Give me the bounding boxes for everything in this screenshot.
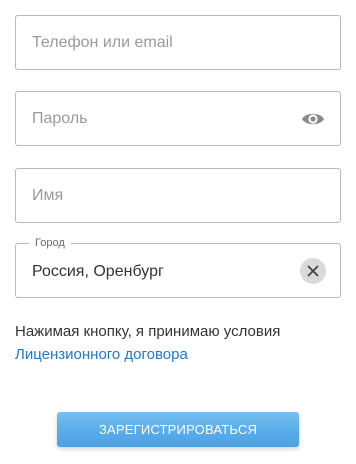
license-agreement-link[interactable]: Лицензионного договора <box>15 343 341 366</box>
terms-text: Нажимая кнопку, я принимаю условия <box>15 323 281 340</box>
register-button[interactable]: ЗАРЕГИСТРИРОВАТЬСЯ <box>57 412 299 447</box>
password-input[interactable] <box>32 92 284 145</box>
phone-or-email-input[interactable] <box>32 16 324 69</box>
name-input[interactable] <box>32 169 324 222</box>
eye-icon[interactable] <box>300 108 326 130</box>
close-icon[interactable] <box>300 258 326 284</box>
password-field[interactable] <box>15 91 341 146</box>
city-label: Город <box>29 236 71 250</box>
city-value[interactable]: Россия, Оренбург <box>32 262 164 282</box>
phone-or-email-field[interactable] <box>15 15 341 70</box>
city-field[interactable]: Город Россия, Оренбург <box>15 236 341 298</box>
terms-notice: Нажимая кнопку, я принимаю условия Лицен… <box>15 320 341 366</box>
name-field[interactable] <box>15 168 341 223</box>
